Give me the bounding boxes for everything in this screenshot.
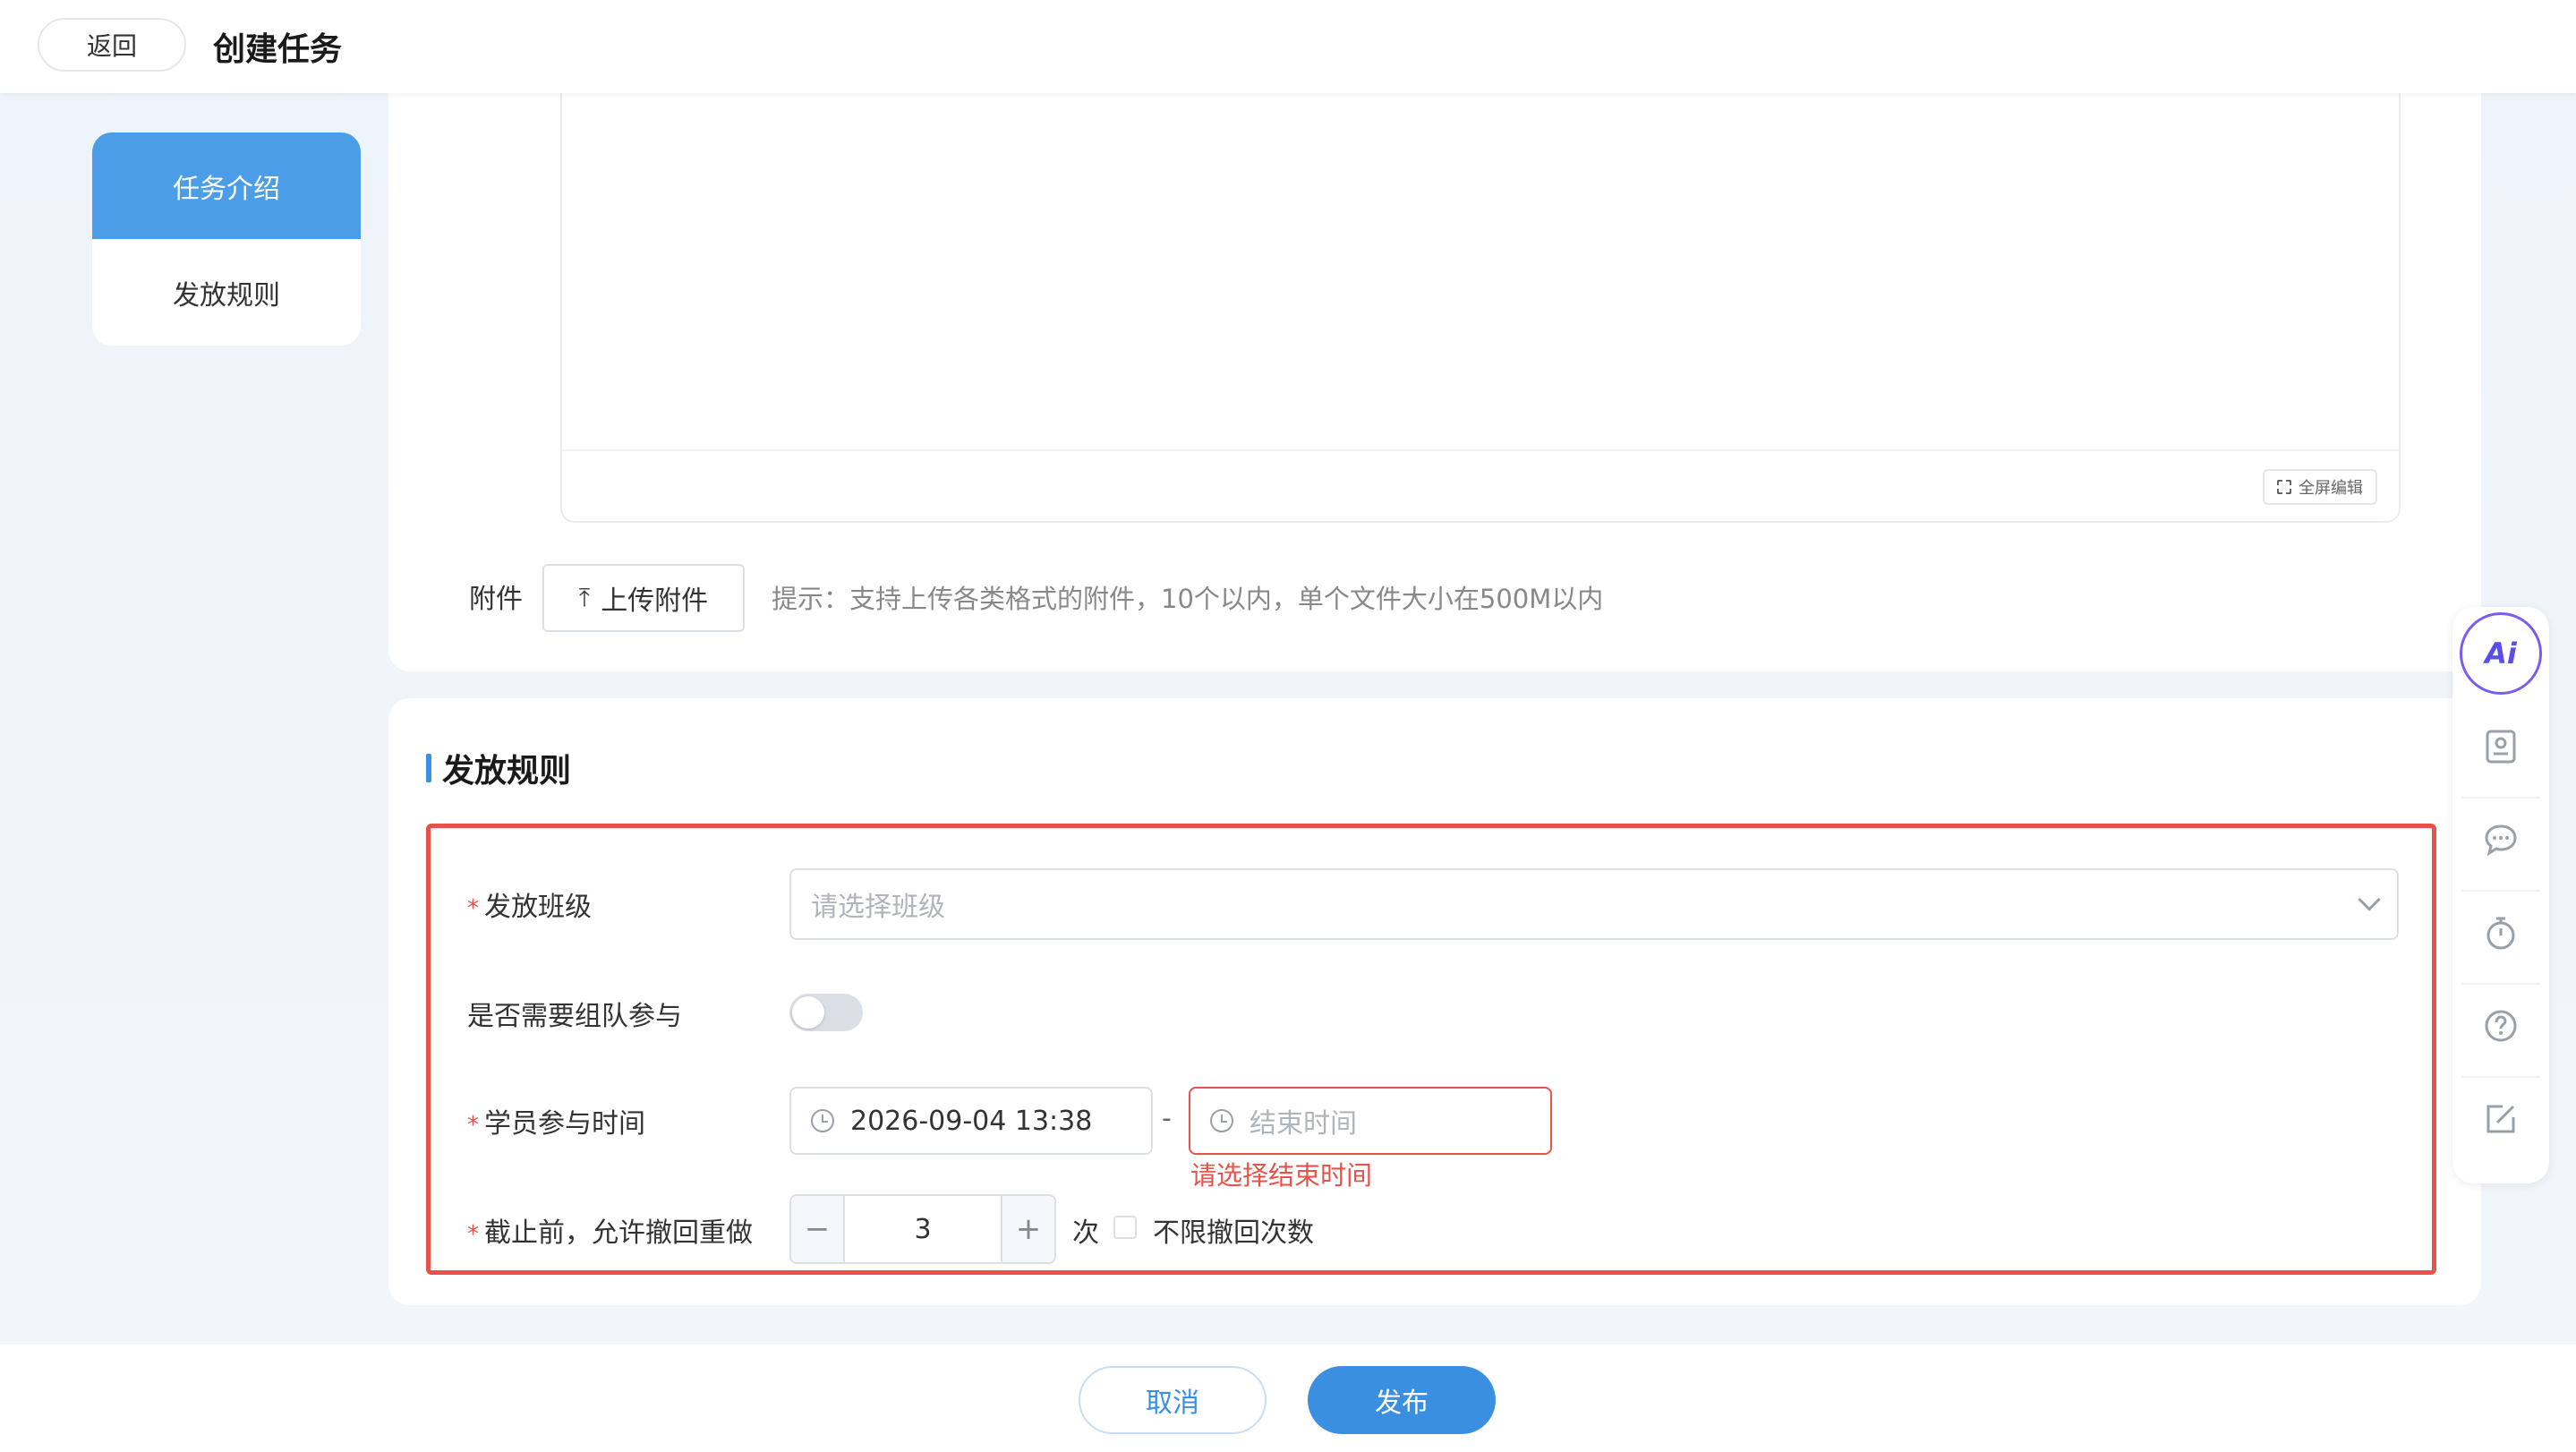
cancel-button[interactable]: 取消: [1079, 1366, 1267, 1434]
chat-bubble-icon[interactable]: [2483, 822, 2519, 858]
toolbar-divider: [2461, 1076, 2540, 1078]
contact-card-icon[interactable]: [2483, 729, 2519, 764]
start-time-input[interactable]: 2026-09-04 13:38: [789, 1087, 1153, 1155]
required-mark: *: [467, 1112, 479, 1139]
edit-note-icon[interactable]: [2483, 1101, 2519, 1137]
redo-count-value[interactable]: 3: [845, 1196, 1001, 1262]
upload-attachment-button[interactable]: ⤒ 上传附件: [542, 564, 745, 632]
team-label: 是否需要组队参与: [467, 1001, 682, 1032]
right-toolbar: Ai: [2452, 607, 2549, 1183]
editor-footer: 全屏编辑: [562, 449, 2399, 521]
upload-attachment-label: 上传附件: [601, 585, 709, 617]
upload-icon: ⤒: [578, 583, 591, 612]
increment-button[interactable]: +: [1001, 1196, 1054, 1262]
rich-text-editor[interactable]: 全屏编辑: [560, 86, 2401, 523]
publish-button[interactable]: 发布: [1308, 1366, 1496, 1434]
class-label: * 发放班级: [467, 884, 592, 924]
class-label-text: 发放班级: [484, 892, 592, 923]
redo-label-text: 截止前，允许撤回重做: [484, 1217, 753, 1249]
ai-assistant-button[interactable]: Ai: [2460, 612, 2542, 695]
redo-unit: 次: [1072, 1217, 1099, 1249]
required-mark: *: [467, 895, 479, 922]
range-separator: -: [1162, 1103, 1172, 1134]
help-circle-icon[interactable]: [2483, 1008, 2519, 1044]
unlimited-redo-checkbox[interactable]: [1113, 1216, 1137, 1239]
required-mark: *: [467, 1221, 479, 1248]
section-title-text: 发放规则: [442, 753, 572, 790]
nav-item-task-intro[interactable]: 任务介绍: [92, 132, 361, 239]
top-header: 返回 创建任务: [0, 0, 2576, 93]
decrement-button[interactable]: −: [791, 1196, 845, 1262]
attachment-label: 附件: [469, 584, 523, 615]
chevron-down-icon: [2358, 888, 2381, 911]
end-time-placeholder: 结束时间: [1250, 1108, 1357, 1140]
footer-bar: 取消 发布: [0, 1345, 2576, 1452]
section-nav: 任务介绍 发放规则: [92, 132, 361, 346]
fullscreen-edit-label: 全屏编辑: [2299, 479, 2363, 498]
toolbar-divider: [2461, 983, 2540, 985]
redo-count-stepper: − 3 +: [789, 1194, 1056, 1264]
section-accent-bar: [426, 754, 431, 782]
back-button[interactable]: 返回: [38, 18, 186, 72]
release-rules-card: 发放规则 * 发放班级 请选择班级 是否需要组队参与 * 学员参与时间 2026-0…: [388, 698, 2481, 1305]
end-time-error: 请选择结束时间: [1190, 1160, 1373, 1191]
toggle-knob: [792, 996, 824, 1029]
team-toggle[interactable]: [789, 994, 863, 1031]
fullscreen-icon: [2277, 480, 2291, 494]
start-time-value: 2026-09-04 13:38: [850, 1105, 1093, 1137]
unlimited-redo-label[interactable]: 不限撤回次数: [1153, 1210, 1314, 1250]
fullscreen-edit-button[interactable]: 全屏编辑: [2263, 469, 2377, 505]
task-intro-card: 全屏编辑 附件 ⤒ 上传附件 提示：支持上传各类格式的附件，10个以内，单个文件…: [388, 86, 2481, 671]
nav-item-release-rules[interactable]: 发放规则: [92, 239, 361, 346]
clock-icon: [1210, 1109, 1233, 1132]
class-select[interactable]: 请选择班级: [789, 868, 2399, 940]
clock-icon: [811, 1109, 834, 1132]
page-title: 创建任务: [213, 31, 343, 68]
redo-label: * 截止前，允许撤回重做: [467, 1210, 753, 1250]
time-label-text: 学员参与时间: [484, 1108, 645, 1140]
class-select-placeholder: 请选择班级: [811, 892, 945, 923]
section-title: 发放规则: [426, 745, 571, 791]
toolbar-divider: [2461, 890, 2540, 892]
end-time-input[interactable]: 结束时间: [1189, 1087, 1552, 1155]
attachment-hint: 提示：支持上传各类格式的附件，10个以内，单个文件大小在500M以内: [772, 584, 1604, 614]
toolbar-divider: [2461, 797, 2540, 799]
time-label: * 学员参与时间: [467, 1101, 645, 1140]
stopwatch-icon[interactable]: [2483, 915, 2519, 951]
